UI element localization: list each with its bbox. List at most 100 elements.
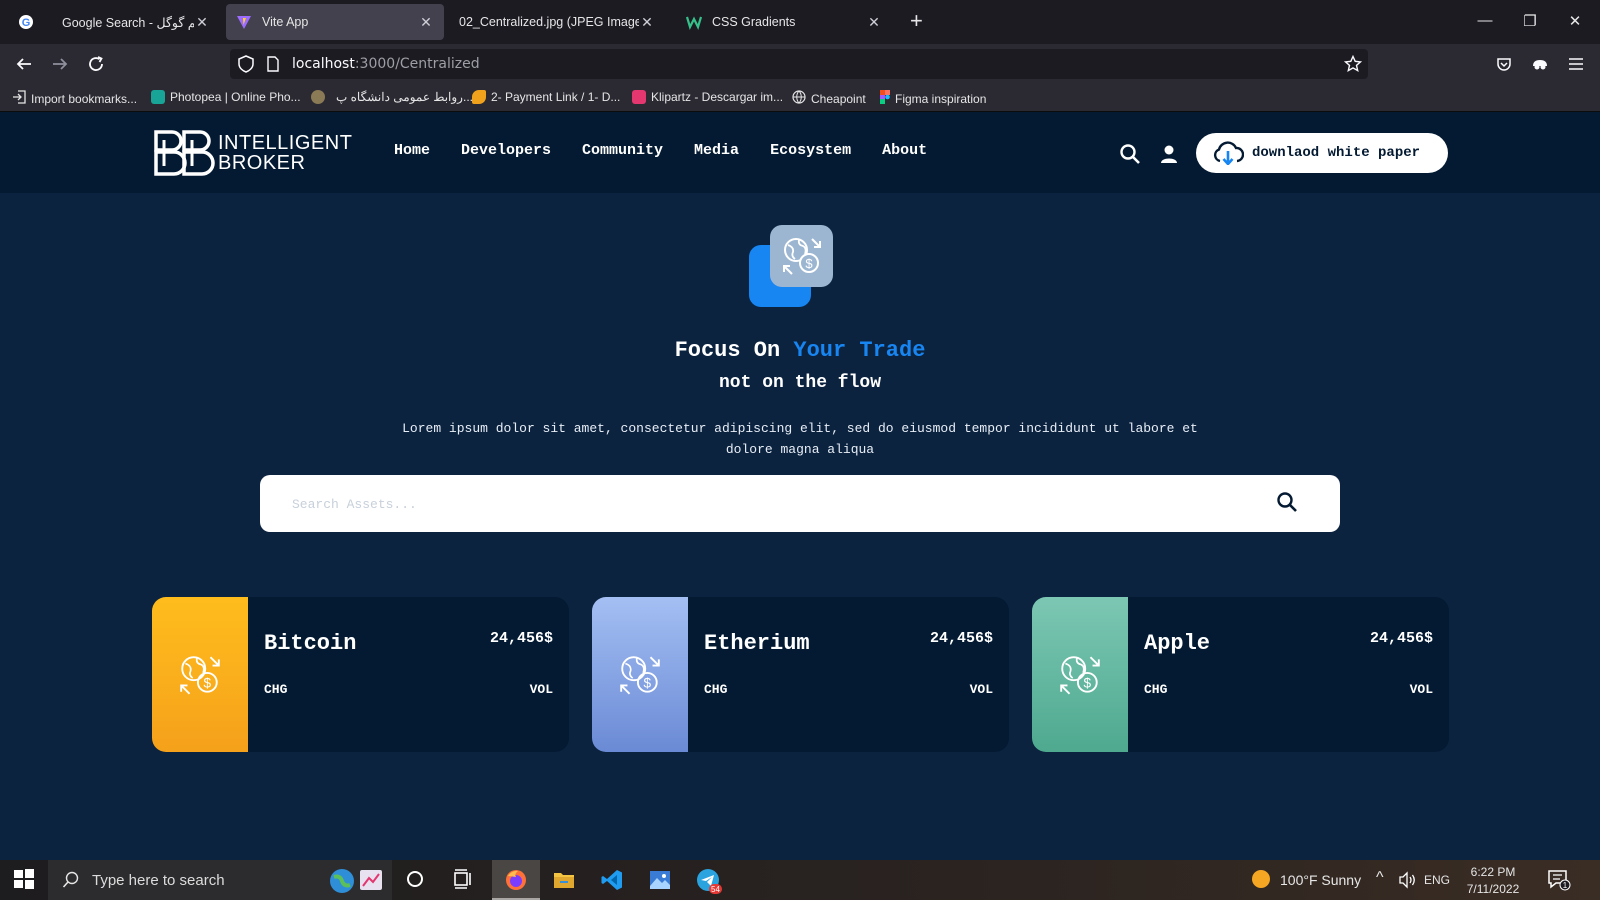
reload-icon[interactable] <box>84 52 108 76</box>
nav-community[interactable]: Community <box>582 142 663 159</box>
close-icon[interactable]: ✕ <box>639 14 655 31</box>
asset-chg-label: CHG <box>264 682 288 697</box>
asset-price: 24,456$ <box>929 630 993 647</box>
main-nav: Home Developers Community Media Ecosyste… <box>394 142 958 159</box>
language-indicator[interactable]: ENG <box>1424 873 1450 887</box>
nav-about[interactable]: About <box>882 142 927 159</box>
photopea-icon <box>151 90 165 104</box>
photos-icon[interactable] <box>648 868 672 892</box>
cortana-icon[interactable] <box>404 868 428 892</box>
svg-text:$: $ <box>1084 675 1092 690</box>
clock-time[interactable]: 6:22 PM <box>1463 865 1523 879</box>
restore-icon[interactable]: ❐ <box>1520 12 1540 30</box>
payment-icon <box>472 90 486 104</box>
firefox-icon[interactable] <box>504 868 528 892</box>
bookmark-cheapoint[interactable]: Cheapoint <box>792 90 866 107</box>
asset-card-bitcoin[interactable]: $ Bitcoin 24,456$ CHG VOL <box>152 597 569 752</box>
asset-swatch: $ <box>592 597 688 752</box>
minimize-icon[interactable]: — <box>1475 12 1495 29</box>
university-icon <box>311 90 325 104</box>
logo-mark-icon <box>154 130 215 176</box>
bookmark-university[interactable]: روابط عمومی دانشگاه پ... <box>311 90 473 104</box>
back-icon[interactable] <box>12 52 36 76</box>
tab-google-search[interactable]: G Google Search - مترجم گوگل ✕ <box>8 4 220 40</box>
tab-title: 02_Centralized.jpg (JPEG Image, 192 <box>459 15 639 29</box>
forward-icon[interactable] <box>48 52 72 76</box>
close-icon[interactable]: ✕ <box>866 14 882 31</box>
task-view-icon[interactable] <box>452 868 476 892</box>
globe-icon <box>792 90 806 107</box>
address-bar[interactable]: localhost:3000/Centralized <box>230 49 1368 79</box>
extensions-icon[interactable] <box>1528 52 1552 76</box>
site-logo[interactable]: INTELLIGENT BROKER <box>150 128 352 178</box>
asset-search-bar <box>260 475 1340 532</box>
svg-text:1: 1 <box>1563 881 1568 890</box>
telegram-icon[interactable]: 54 <box>696 868 722 894</box>
svg-text:$: $ <box>204 675 212 690</box>
tab-vite-app[interactable]: Vite App ✕ <box>226 4 444 40</box>
weather-text[interactable]: 100°F Sunny <box>1280 872 1361 888</box>
search-icon[interactable] <box>1276 491 1300 515</box>
download-whitepaper-button[interactable]: downlaod white paper <box>1196 133 1448 173</box>
shield-icon[interactable] <box>238 55 254 78</box>
vscode-icon[interactable] <box>600 868 624 892</box>
menu-icon[interactable] <box>1564 52 1588 76</box>
hero-subtitle: not on the flow <box>718 373 882 393</box>
tab-title: Vite App <box>262 15 309 29</box>
klipartz-icon <box>632 90 646 104</box>
weather-sun-icon[interactable] <box>1250 868 1274 892</box>
chevron-up-icon[interactable]: ^ <box>1376 869 1384 887</box>
bookmark-figma[interactable]: Figma inspiration <box>880 90 986 107</box>
volume-icon[interactable] <box>1398 870 1422 894</box>
asset-swatch: $ <box>1032 597 1128 752</box>
globe-dollar-icon: $ <box>1060 655 1100 694</box>
windows-start-icon[interactable] <box>13 868 37 892</box>
search-icon[interactable] <box>1119 143 1141 165</box>
nav-developers[interactable]: Developers <box>461 142 551 159</box>
svg-text:G: G <box>22 17 31 29</box>
bookmark-import[interactable]: Import bookmarks... <box>12 90 137 107</box>
user-icon[interactable] <box>1158 143 1180 165</box>
logo-text: INTELLIGENT BROKER <box>218 132 353 174</box>
tab-title: CSS Gradients <box>712 15 796 29</box>
asset-card-apple[interactable]: $ Apple 24,456$ CHG VOL <box>1032 597 1449 752</box>
cssgradient-icon <box>686 14 702 30</box>
figma-icon <box>880 90 890 107</box>
bookmark-klipartz[interactable]: Klipartz - Descargar im... <box>632 90 783 104</box>
globe-dollar-icon: $ <box>180 655 220 694</box>
tab-css-gradients[interactable]: CSS Gradients ✕ <box>676 4 892 40</box>
nav-home[interactable]: Home <box>394 142 430 159</box>
bookmark-payment[interactable]: 2- Payment Link / 1- D... <box>472 90 620 104</box>
hero-description: Lorem ipsum dolor sit amet, consectetur … <box>402 421 1198 457</box>
nav-ecosystem[interactable]: Ecosystem <box>770 142 851 159</box>
clock-date[interactable]: 7/11/2022 <box>1458 882 1528 896</box>
asset-card-etherium[interactable]: $ Etherium 24,456$ CHG VOL <box>592 597 1009 752</box>
new-tab-button[interactable]: + <box>910 10 923 32</box>
bookmarks-bar: Import bookmarks... Photopea | Online Ph… <box>0 84 1600 112</box>
url-text[interactable]: localhost:3000/Centralized <box>292 56 480 72</box>
asset-search-input[interactable] <box>292 489 1232 519</box>
page-icon <box>266 56 280 77</box>
google-icon: G <box>18 14 34 30</box>
bookmark-star-icon[interactable] <box>1343 54 1363 78</box>
tab-image[interactable]: 02_Centralized.jpg (JPEG Image, 192 ✕ <box>449 4 665 40</box>
notification-icon[interactable]: 1 <box>1547 869 1571 893</box>
browser-nav-bar: localhost:3000/Centralized <box>0 44 1600 84</box>
file-explorer-icon[interactable] <box>552 868 576 892</box>
taskbar-search[interactable]: Type here to search <box>48 860 392 900</box>
search-icon <box>62 871 79 888</box>
window-close-icon[interactable]: ✕ <box>1565 12 1585 30</box>
globe-dollar-icon: $ <box>620 655 660 694</box>
close-icon[interactable]: ✕ <box>418 14 434 31</box>
asset-name: Bitcoin <box>264 631 357 656</box>
svg-text:54: 54 <box>711 885 720 894</box>
pocket-icon[interactable] <box>1492 52 1516 76</box>
svg-text:$: $ <box>805 256 813 271</box>
import-icon <box>12 90 26 107</box>
close-icon[interactable]: ✕ <box>194 14 210 31</box>
nav-media[interactable]: Media <box>694 142 739 159</box>
vite-icon <box>236 14 252 30</box>
asset-chg-label: CHG <box>704 682 728 697</box>
bookmark-photopea[interactable]: Photopea | Online Pho... <box>151 90 301 104</box>
asset-price: 24,456$ <box>1369 630 1433 647</box>
